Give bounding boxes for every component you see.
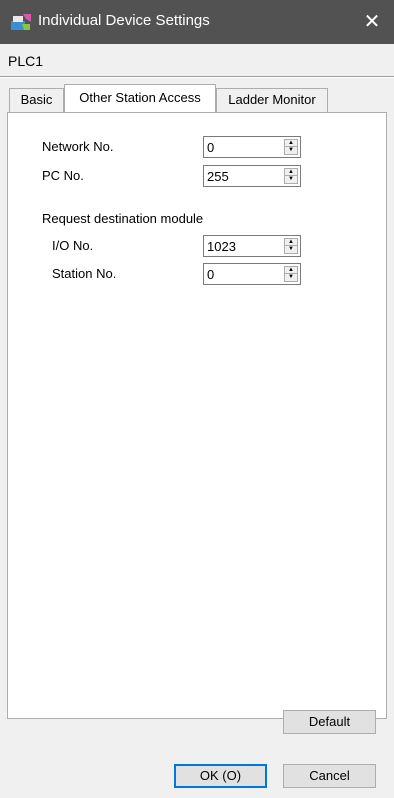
spinner-buttons[interactable]: ▲ ▼ bbox=[284, 266, 298, 282]
station-no-spinner[interactable]: 0 ▲ ▼ bbox=[203, 263, 301, 285]
spin-up-icon[interactable]: ▲ bbox=[285, 239, 297, 246]
divider-highlight bbox=[0, 77, 394, 78]
io-no-value[interactable]: 1023 bbox=[207, 239, 236, 254]
device-name-label: PLC1 bbox=[8, 53, 44, 69]
network-no-value[interactable]: 0 bbox=[207, 140, 214, 155]
pc-no-spinner[interactable]: 255 ▲ ▼ bbox=[203, 165, 301, 187]
tab-basic[interactable]: Basic bbox=[9, 88, 64, 112]
tab-ladder-monitor[interactable]: Ladder Monitor bbox=[216, 88, 328, 112]
network-no-spinner[interactable]: 0 ▲ ▼ bbox=[203, 136, 301, 158]
tab-panel: Network No. 0 ▲ ▼ PC No. 255 ▲ ▼ Request… bbox=[7, 112, 387, 719]
ok-button[interactable]: OK (O) bbox=[174, 764, 267, 788]
network-no-label: Network No. bbox=[42, 139, 114, 154]
device-settings-icon bbox=[11, 14, 31, 30]
station-no-value[interactable]: 0 bbox=[207, 267, 214, 282]
default-button[interactable]: Default bbox=[283, 710, 376, 734]
pc-no-value[interactable]: 255 bbox=[207, 169, 229, 184]
window-title: Individual Device Settings bbox=[38, 12, 210, 29]
io-no-spinner[interactable]: 1023 ▲ ▼ bbox=[203, 235, 301, 257]
io-no-label: I/O No. bbox=[52, 238, 94, 253]
spin-down-icon[interactable]: ▼ bbox=[285, 147, 297, 154]
tab-other-station-access[interactable]: Other Station Access bbox=[64, 84, 216, 112]
spinner-buttons[interactable]: ▲ ▼ bbox=[284, 139, 298, 155]
spinner-buttons[interactable]: ▲ ▼ bbox=[284, 238, 298, 254]
station-no-label: Station No. bbox=[52, 266, 117, 281]
spin-up-icon[interactable]: ▲ bbox=[285, 169, 297, 176]
spin-down-icon[interactable]: ▼ bbox=[285, 246, 297, 253]
close-icon[interactable]: ✕ bbox=[350, 0, 394, 44]
title-bar[interactable]: Individual Device Settings ✕ bbox=[0, 0, 394, 44]
dialog-body: PLC1 Basic Other Station Access Ladder M… bbox=[0, 44, 394, 798]
cancel-button[interactable]: Cancel bbox=[283, 764, 376, 788]
request-destination-label: Request destination module bbox=[42, 211, 204, 226]
spin-up-icon[interactable]: ▲ bbox=[285, 267, 297, 274]
spin-down-icon[interactable]: ▼ bbox=[285, 176, 297, 183]
spin-up-icon[interactable]: ▲ bbox=[285, 140, 297, 147]
spin-down-icon[interactable]: ▼ bbox=[285, 274, 297, 281]
pc-no-label: PC No. bbox=[42, 168, 84, 183]
spinner-buttons[interactable]: ▲ ▼ bbox=[284, 168, 298, 184]
